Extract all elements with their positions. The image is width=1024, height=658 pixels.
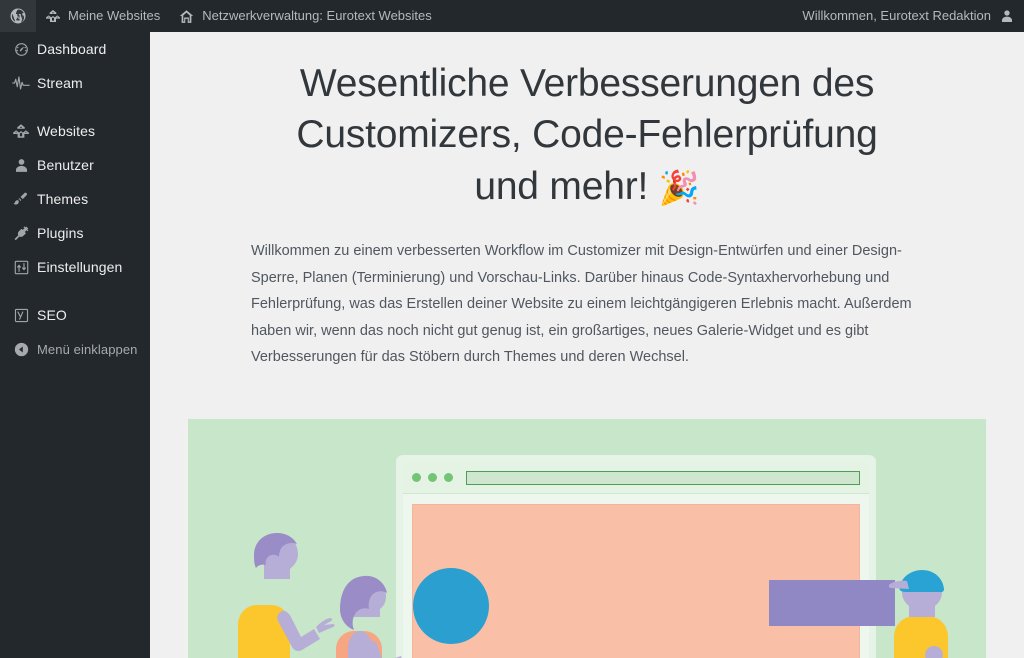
sidebar-label-seo: SEO (37, 307, 67, 323)
settings-sliders-icon (8, 259, 34, 276)
admin-bar-right: Willkommen, Eurotext Redaktion (793, 0, 1024, 32)
home-icon (178, 8, 195, 25)
sidebar-item-plugins[interactable]: Plugins (0, 216, 150, 250)
browser-address-bar (466, 470, 860, 485)
wordpress-logo-icon (9, 7, 27, 25)
plugins-plug-icon (8, 224, 34, 242)
browser-dot-icon (412, 473, 421, 483)
person-with-cap-figure (888, 570, 948, 658)
network-admin-label: Netzwerkverwaltung: Eurotext Websites (202, 8, 432, 23)
admin-sidebar-menu: Dashboard Stream Websites Benutzer Theme… (0, 32, 150, 658)
sidebar-item-stream[interactable]: Stream (0, 66, 150, 100)
my-account-menu[interactable]: Willkommen, Eurotext Redaktion (793, 0, 1024, 32)
sidebar-label-dashboard: Dashboard (37, 41, 107, 57)
sidebar-separator-2 (0, 284, 150, 298)
person-child-figure (336, 576, 402, 658)
collapse-arrow-left-icon (8, 341, 34, 358)
my-sites-menu[interactable]: Meine Websites (36, 0, 169, 32)
admin-bar: Meine Websites Netzwerkverwaltung: Eurot… (0, 0, 1024, 32)
page-title-text: Wesentliche Verbesserungen des Customize… (296, 62, 878, 208)
network-sites-icon (45, 8, 61, 24)
dashboard-gauge-icon (8, 41, 34, 58)
sidebar-item-benutzer[interactable]: Benutzer (0, 148, 150, 182)
sidebar-item-seo[interactable]: SEO (0, 298, 150, 332)
user-icon (8, 157, 34, 174)
network-admin-menu[interactable]: Netzwerkverwaltung: Eurotext Websites (169, 0, 441, 32)
collapse-menu-button[interactable]: Menü einklappen (0, 332, 150, 366)
sidebar-label-plugins: Plugins (37, 225, 84, 241)
collapse-menu-label: Menü einklappen (37, 341, 138, 357)
sidebar-label-themes: Themes (37, 191, 89, 207)
sidebar-label-einstellungen: Einstellungen (37, 259, 123, 275)
sidebar-item-websites[interactable]: Websites (0, 114, 150, 148)
themes-brush-icon (8, 190, 34, 208)
stream-waveform-icon (8, 74, 34, 92)
account-greeting-label: Willkommen, Eurotext Redaktion (802, 8, 991, 23)
sites-buildings-icon (8, 122, 34, 140)
sidebar-label-websites: Websites (37, 123, 96, 139)
my-sites-label: Meine Websites (68, 8, 161, 23)
about-page: Wesentliche Verbesserungen des Customize… (150, 32, 1024, 658)
party-popper-emoji-icon: 🎉 (658, 168, 700, 206)
browser-dot-icon (428, 473, 437, 483)
sidebar-item-themes[interactable]: Themes (0, 182, 150, 216)
browser-dot-icon (444, 473, 453, 483)
blue-sphere-shape (413, 568, 489, 645)
about-lead-paragraph: Willkommen zu einem verbesserten Workflo… (251, 243, 912, 365)
sidebar-separator-1 (0, 100, 150, 114)
page-title: Wesentliche Verbesserungen des Customize… (267, 58, 907, 212)
content-area: Wesentliche Verbesserungen des Customize… (150, 32, 1024, 658)
sidebar-label-stream: Stream (37, 75, 83, 91)
sidebar-item-dashboard[interactable]: Dashboard (0, 32, 150, 66)
wordpress-logo-menu[interactable] (0, 0, 36, 32)
user-avatar-icon (999, 8, 1015, 24)
browser-titlebar (403, 462, 869, 495)
sidebar-label-benutzer: Benutzer (37, 157, 94, 173)
yoast-seo-icon (8, 307, 34, 324)
customizer-illustration (188, 419, 986, 658)
sidebar-item-einstellungen[interactable]: Einstellungen (0, 250, 150, 284)
